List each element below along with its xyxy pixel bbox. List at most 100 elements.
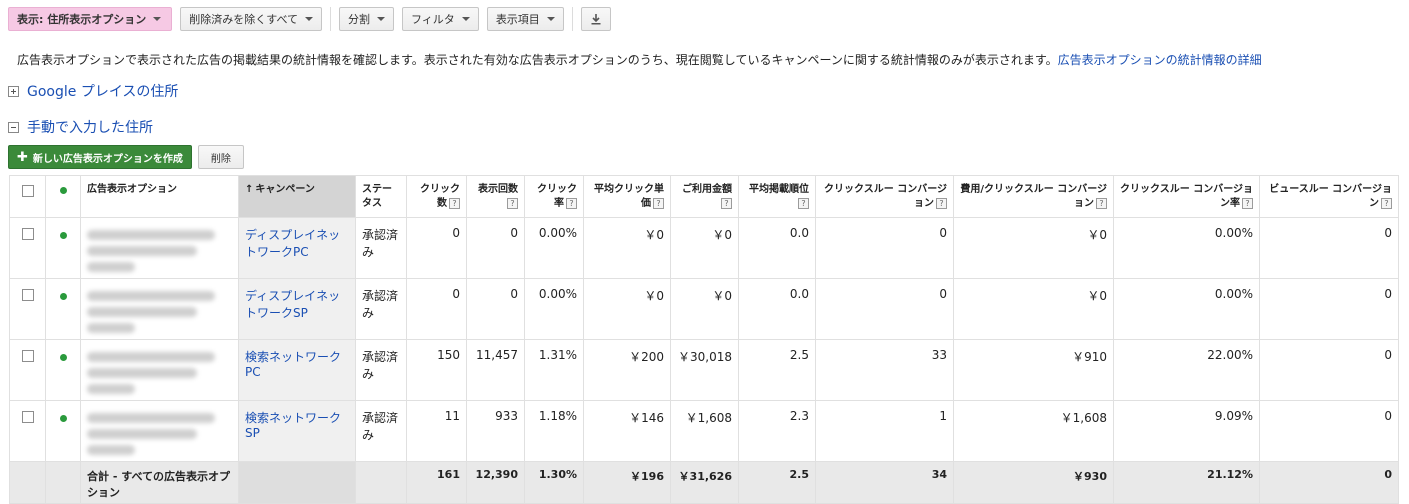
- header-extension[interactable]: 広告表示オプション: [80, 175, 239, 218]
- campaign-link[interactable]: 検索ネットワークPC: [238, 339, 356, 401]
- view-selector-button[interactable]: 表示: 住所表示オプション: [8, 7, 173, 31]
- total-cost: ￥31,626: [670, 461, 739, 504]
- conv-rate-cell: 22.00%: [1113, 339, 1260, 401]
- table-row: 検索ネットワークSP 承認済み 11 933 1.18% ￥146 ￥1,608…: [9, 400, 1399, 462]
- header-impressions[interactable]: 表示回数?: [466, 175, 525, 218]
- header-cost-label: ご利用金額: [682, 184, 732, 195]
- delete-button[interactable]: 削除: [197, 145, 244, 169]
- toolbar-divider: [330, 7, 332, 31]
- campaign-link[interactable]: ディスプレイネットワークPC: [238, 217, 356, 279]
- view-conv-cell: 0: [1259, 339, 1399, 401]
- impressions-cell: 0: [466, 278, 525, 340]
- help-icon[interactable]: ?: [566, 197, 577, 209]
- select-all-checkbox[interactable]: [21, 185, 34, 197]
- blurred-address: [87, 352, 215, 362]
- help-icon[interactable]: ?: [449, 197, 460, 209]
- segment-button[interactable]: 分割: [339, 7, 395, 31]
- header-cost-per-conv[interactable]: 費用/クリックスルー コンバージョン?: [953, 175, 1114, 218]
- cost-cell: ￥0: [670, 217, 739, 279]
- row-status-cell: [45, 217, 81, 279]
- status-dot-icon[interactable]: [59, 354, 67, 361]
- table-row: 検索ネットワークPC 承認済み 150 11,457 1.31% ￥200 ￥3…: [9, 339, 1399, 401]
- cost-per-conv-cell: ￥1,608: [953, 400, 1114, 462]
- status-dot-icon: [59, 187, 67, 194]
- ctr-cell: 0.00%: [524, 217, 584, 279]
- plus-icon: ✚: [17, 149, 28, 165]
- header-campaign-label: キャンペーン: [255, 184, 315, 195]
- help-icon[interactable]: ?: [1381, 197, 1392, 209]
- stats-details-link[interactable]: 広告表示オプションの統計情報の詳細: [1058, 53, 1262, 67]
- section-google-places-label[interactable]: Google プレイスの住所: [27, 81, 178, 101]
- total-clicks: 161: [406, 461, 467, 504]
- header-select-all[interactable]: [9, 175, 46, 218]
- header-status[interactable]: ステータス: [355, 175, 407, 218]
- cost-per-conv-cell: ￥0: [953, 217, 1114, 279]
- help-icon[interactable]: ?: [653, 197, 664, 209]
- status-filter-button[interactable]: 削除済みを除くすべて: [180, 7, 323, 31]
- help-icon[interactable]: ?: [507, 197, 518, 209]
- header-avg-cpc[interactable]: 平均クリック単価?: [583, 175, 671, 218]
- total-cost-per-conv: ￥930: [953, 461, 1114, 504]
- header-view-conv-label: ビュースルー コンバージョン: [1269, 184, 1392, 209]
- header-view-conv[interactable]: ビュースルー コンバージョン?: [1259, 175, 1399, 218]
- download-button[interactable]: [580, 7, 611, 31]
- row-checkbox[interactable]: [21, 289, 34, 301]
- ctr-cell: 1.18%: [524, 400, 584, 462]
- extension-cell-blurred[interactable]: [80, 217, 239, 279]
- avg-cpc-cell: ￥0: [583, 278, 671, 340]
- help-icon[interactable]: ?: [936, 197, 947, 209]
- header-clicks[interactable]: クリック数?: [406, 175, 467, 218]
- help-icon[interactable]: ?: [1096, 197, 1107, 209]
- row-checkbox[interactable]: [21, 411, 34, 423]
- plus-box-icon[interactable]: [8, 85, 19, 97]
- header-campaign[interactable]: ↑ キャンペーン: [238, 175, 356, 218]
- section-google-places[interactable]: Google プレイスの住所: [8, 81, 178, 101]
- table-header-row: 広告表示オプション ↑ キャンペーン ステータス クリック数? 表示回数? クリッ…: [9, 175, 1399, 218]
- new-extension-button[interactable]: ✚ 新しい広告表示オプションを作成: [8, 145, 192, 169]
- table-row: ディスプレイネットワークPC 承認済み 0 0 0.00% ￥0 ￥0 0.0 …: [9, 217, 1399, 279]
- filter-label: フィルタ: [411, 13, 455, 26]
- minus-box-icon[interactable]: [8, 121, 19, 133]
- header-ctr[interactable]: クリック率?: [524, 175, 584, 218]
- header-impressions-label: 表示回数: [478, 184, 518, 195]
- status-dot-icon[interactable]: [59, 232, 67, 239]
- campaign-link[interactable]: 検索ネットワークSP: [238, 400, 356, 462]
- blurred-address: [87, 429, 197, 439]
- columns-label: 表示項目: [495, 13, 540, 26]
- table-actions: ✚ 新しい広告表示オプションを作成 削除: [8, 145, 244, 169]
- status-dot-icon[interactable]: [59, 415, 67, 422]
- section-manual-label[interactable]: 手動で入力した住所: [27, 117, 153, 137]
- extension-cell-blurred[interactable]: [80, 339, 239, 401]
- sort-up-arrow-icon: ↑: [245, 184, 254, 195]
- filter-button[interactable]: フィルタ: [402, 7, 479, 31]
- cost-cell: ￥0: [670, 278, 739, 340]
- conv-rate-cell: 0.00%: [1113, 278, 1260, 340]
- total-ctr: 1.30%: [524, 461, 584, 504]
- header-conv[interactable]: クリックスルー コンバージョン?: [815, 175, 954, 218]
- chevron-down-icon: [546, 17, 555, 21]
- avg-cpc-cell: ￥0: [583, 217, 671, 279]
- extension-cell-blurred[interactable]: [80, 400, 239, 462]
- conv-rate-cell: 0.00%: [1113, 217, 1260, 279]
- total-conv-rate: 21.12%: [1113, 461, 1260, 504]
- help-icon[interactable]: ?: [1242, 197, 1253, 209]
- blurred-address: [87, 230, 215, 240]
- chevron-down-icon: [461, 17, 470, 21]
- help-icon[interactable]: ?: [721, 197, 732, 209]
- extension-cell-blurred[interactable]: [80, 278, 239, 340]
- campaign-link[interactable]: ディスプレイネットワークSP: [238, 278, 356, 340]
- chevron-down-icon: [153, 17, 162, 21]
- section-manual-address[interactable]: 手動で入力した住所: [8, 117, 153, 137]
- header-cost[interactable]: ご利用金額?: [670, 175, 739, 218]
- help-icon[interactable]: ?: [798, 197, 809, 209]
- header-avg-pos[interactable]: 平均掲載順位?: [738, 175, 816, 218]
- row-checkbox[interactable]: [21, 228, 34, 240]
- cost-cell: ￥30,018: [670, 339, 739, 401]
- row-checkbox[interactable]: [21, 350, 34, 362]
- cost-cell: ￥1,608: [670, 400, 739, 462]
- header-conv-rate[interactable]: クリックスルー コンバージョン率?: [1113, 175, 1260, 218]
- avg-cpc-cell: ￥200: [583, 339, 671, 401]
- status-dot-icon[interactable]: [59, 293, 67, 300]
- new-extension-label: 新しい広告表示オプションを作成: [32, 153, 183, 165]
- columns-button[interactable]: 表示項目: [486, 7, 564, 31]
